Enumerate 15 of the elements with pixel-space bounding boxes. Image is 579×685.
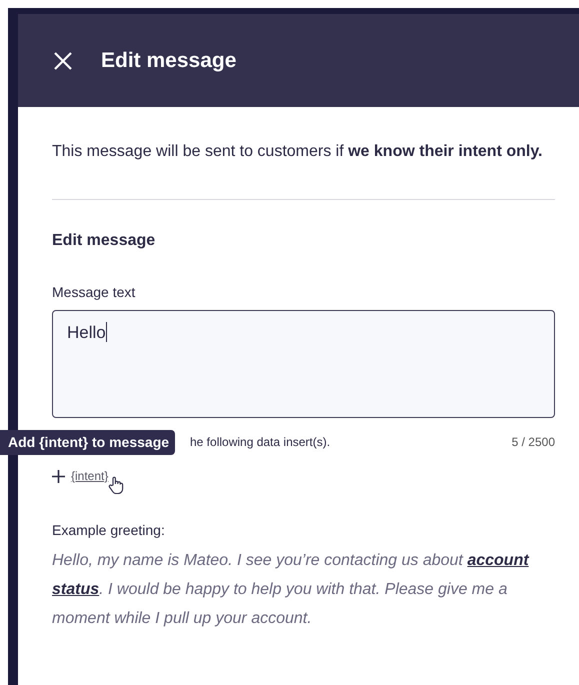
field-label: Message text: [52, 284, 136, 300]
close-icon: [53, 50, 73, 70]
close-button[interactable]: [53, 50, 73, 70]
example-greeting: Hello, my name is Mateo. I see you’re contacting us about account status. I would be happy to help you with that. Please give me a moment while I pull up your account.: [52, 551, 530, 629]
message-field[interactable]: Hello: [52, 310, 555, 418]
hand-pointer-icon: [108, 476, 124, 494]
helper-text: he following data insert(s).: [190, 435, 330, 449]
insert-link[interactable]: {intent}: [71, 469, 108, 483]
section-heading: Edit message: [52, 232, 156, 250]
plus-icon: [52, 470, 65, 482]
character-counter: 5 / 2500: [512, 435, 555, 449]
dialog-title: Edit message: [101, 48, 236, 72]
example-label: Example greeting:: [52, 522, 166, 538]
intro-text: This message will be sent to customers if we know their intent only.: [52, 142, 544, 162]
tooltip: Add {intent} to message: [0, 430, 176, 455]
